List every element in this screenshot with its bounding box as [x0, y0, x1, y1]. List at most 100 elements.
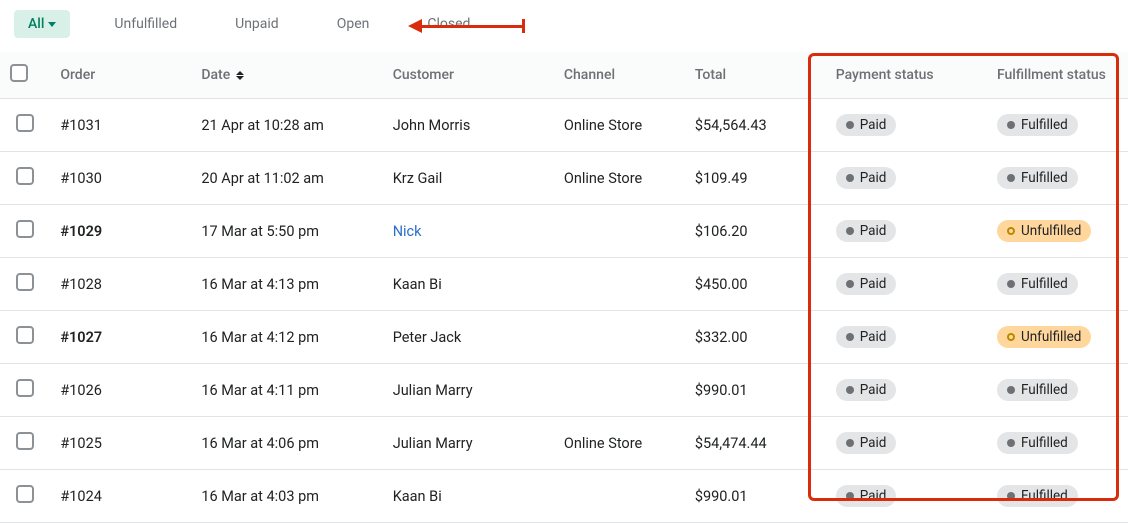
header-channel[interactable]: Channel	[554, 52, 685, 99]
order-customer[interactable]: Nick	[383, 205, 554, 258]
tab-open[interactable]: Open	[323, 10, 384, 38]
fulfillment-status-cell: Fulfilled	[987, 152, 1128, 205]
row-checkbox[interactable]	[16, 379, 34, 397]
filter-tabs: All Unfulfilled Unpaid Open Closed	[0, 10, 1128, 52]
fulfillment-status-cell: Unfulfilled	[987, 311, 1128, 364]
row-checkbox[interactable]	[16, 220, 34, 238]
row-checkbox-cell	[0, 417, 50, 470]
row-checkbox-cell	[0, 99, 50, 152]
status-dot-icon	[1007, 174, 1015, 182]
payment-status-text: Paid	[860, 329, 887, 345]
fulfillment-status-text: Fulfilled	[1021, 488, 1068, 504]
sort-icon	[236, 71, 244, 80]
order-number[interactable]: #1026	[50, 364, 191, 417]
payment-status-badge: Paid	[836, 326, 897, 348]
fulfillment-status-text: Fulfilled	[1021, 170, 1068, 186]
order-customer[interactable]: Julian Marry	[383, 417, 554, 470]
order-number[interactable]: #1031	[50, 99, 191, 152]
order-total: $109.49	[685, 152, 816, 205]
order-customer[interactable]: Kaan Bi	[383, 470, 554, 523]
row-checkbox-cell	[0, 152, 50, 205]
order-number[interactable]: #1024	[50, 470, 191, 523]
table-row[interactable]: #102516 Mar at 4:06 pmJulian MarryOnline…	[0, 417, 1128, 470]
order-channel	[554, 311, 685, 364]
table-row[interactable]: #102917 Mar at 5:50 pmNick$106.20PaidUnf…	[0, 205, 1128, 258]
select-all-checkbox[interactable]	[10, 64, 28, 82]
order-total: $332.00	[685, 311, 816, 364]
order-customer[interactable]: John Morris	[383, 99, 554, 152]
order-date: 16 Mar at 4:12 pm	[191, 311, 382, 364]
header-payment-status[interactable]: Payment status	[816, 52, 987, 99]
order-number[interactable]: #1025	[50, 417, 191, 470]
order-date: 16 Mar at 4:06 pm	[191, 417, 382, 470]
payment-status-cell: Paid	[816, 364, 987, 417]
order-channel: Online Store	[554, 152, 685, 205]
order-total: $450.00	[685, 258, 816, 311]
row-checkbox-cell	[0, 205, 50, 258]
order-number[interactable]: #1030	[50, 152, 191, 205]
header-fulfillment-status[interactable]: Fulfillment status	[987, 52, 1128, 99]
row-checkbox[interactable]	[16, 432, 34, 450]
table-row[interactable]: #102416 Mar at 4:03 pmKaan Bi$990.01Paid…	[0, 470, 1128, 523]
order-number[interactable]: #1028	[50, 258, 191, 311]
tab-unfulfilled[interactable]: Unfulfilled	[100, 10, 191, 38]
fulfillment-status-badge: Fulfilled	[997, 114, 1078, 136]
row-checkbox-cell	[0, 364, 50, 417]
order-date: 21 Apr at 10:28 am	[191, 99, 382, 152]
status-dot-icon	[846, 174, 854, 182]
table-row[interactable]: #102616 Mar at 4:11 pmJulian Marry$990.0…	[0, 364, 1128, 417]
order-channel	[554, 205, 685, 258]
tab-all-label: All	[28, 16, 44, 32]
tab-unpaid[interactable]: Unpaid	[221, 10, 293, 38]
fulfillment-status-text: Unfulfilled	[1021, 329, 1081, 345]
order-customer[interactable]: Peter Jack	[383, 311, 554, 364]
header-total[interactable]: Total	[685, 52, 816, 99]
header-order[interactable]: Order	[50, 52, 191, 99]
payment-status-badge: Paid	[836, 379, 897, 401]
payment-status-cell: Paid	[816, 311, 987, 364]
payment-status-text: Paid	[860, 223, 887, 239]
arrow-line	[422, 25, 522, 28]
table-row[interactable]: #102816 Mar at 4:13 pmKaan Bi$450.00Paid…	[0, 258, 1128, 311]
annotation-arrow	[408, 19, 525, 33]
row-checkbox[interactable]	[16, 326, 34, 344]
row-checkbox-cell	[0, 311, 50, 364]
status-dot-icon	[846, 333, 854, 341]
status-dot-icon	[846, 227, 854, 235]
status-dot-icon	[846, 386, 854, 394]
tab-all[interactable]: All	[14, 10, 70, 38]
table-row[interactable]: #103020 Apr at 11:02 amKrz GailOnline St…	[0, 152, 1128, 205]
table-row[interactable]: #103121 Apr at 10:28 amJohn MorrisOnline…	[0, 99, 1128, 152]
order-date: 16 Mar at 4:03 pm	[191, 470, 382, 523]
fulfillment-status-text: Fulfilled	[1021, 435, 1068, 451]
row-checkbox[interactable]	[16, 114, 34, 132]
order-total: $990.01	[685, 364, 816, 417]
fulfillment-status-cell: Fulfilled	[987, 99, 1128, 152]
table-row[interactable]: #102716 Mar at 4:12 pmPeter Jack $332.00 P…	[0, 311, 1128, 364]
order-customer[interactable]: Julian Marry	[383, 364, 554, 417]
payment-status-badge: Paid	[836, 485, 897, 507]
row-checkbox[interactable]	[16, 273, 34, 291]
header-customer[interactable]: Customer	[383, 52, 554, 99]
order-customer[interactable]: Krz Gail	[383, 152, 554, 205]
fulfillment-status-badge: Fulfilled	[997, 379, 1078, 401]
row-checkbox-cell	[0, 258, 50, 311]
fulfillment-status-badge: Fulfilled	[997, 485, 1078, 507]
order-number[interactable]: #1027	[50, 311, 191, 364]
header-checkbox	[0, 52, 50, 99]
header-date[interactable]: Date	[191, 52, 382, 99]
payment-status-cell: Paid	[816, 417, 987, 470]
status-dot-icon	[1007, 386, 1015, 394]
payment-status-badge: Paid	[836, 273, 897, 295]
row-checkbox[interactable]	[16, 485, 34, 503]
order-number[interactable]: #1029	[50, 205, 191, 258]
row-checkbox[interactable]	[16, 167, 34, 185]
row-checkbox-cell	[0, 470, 50, 523]
order-channel: Online Store	[554, 99, 685, 152]
arrow-tail	[522, 19, 525, 33]
order-channel: Online Store	[554, 417, 685, 470]
order-date: 17 Mar at 5:50 pm	[191, 205, 382, 258]
fulfillment-status-cell: Fulfilled	[987, 258, 1128, 311]
order-customer[interactable]: Kaan Bi	[383, 258, 554, 311]
payment-status-cell: Paid	[816, 205, 987, 258]
